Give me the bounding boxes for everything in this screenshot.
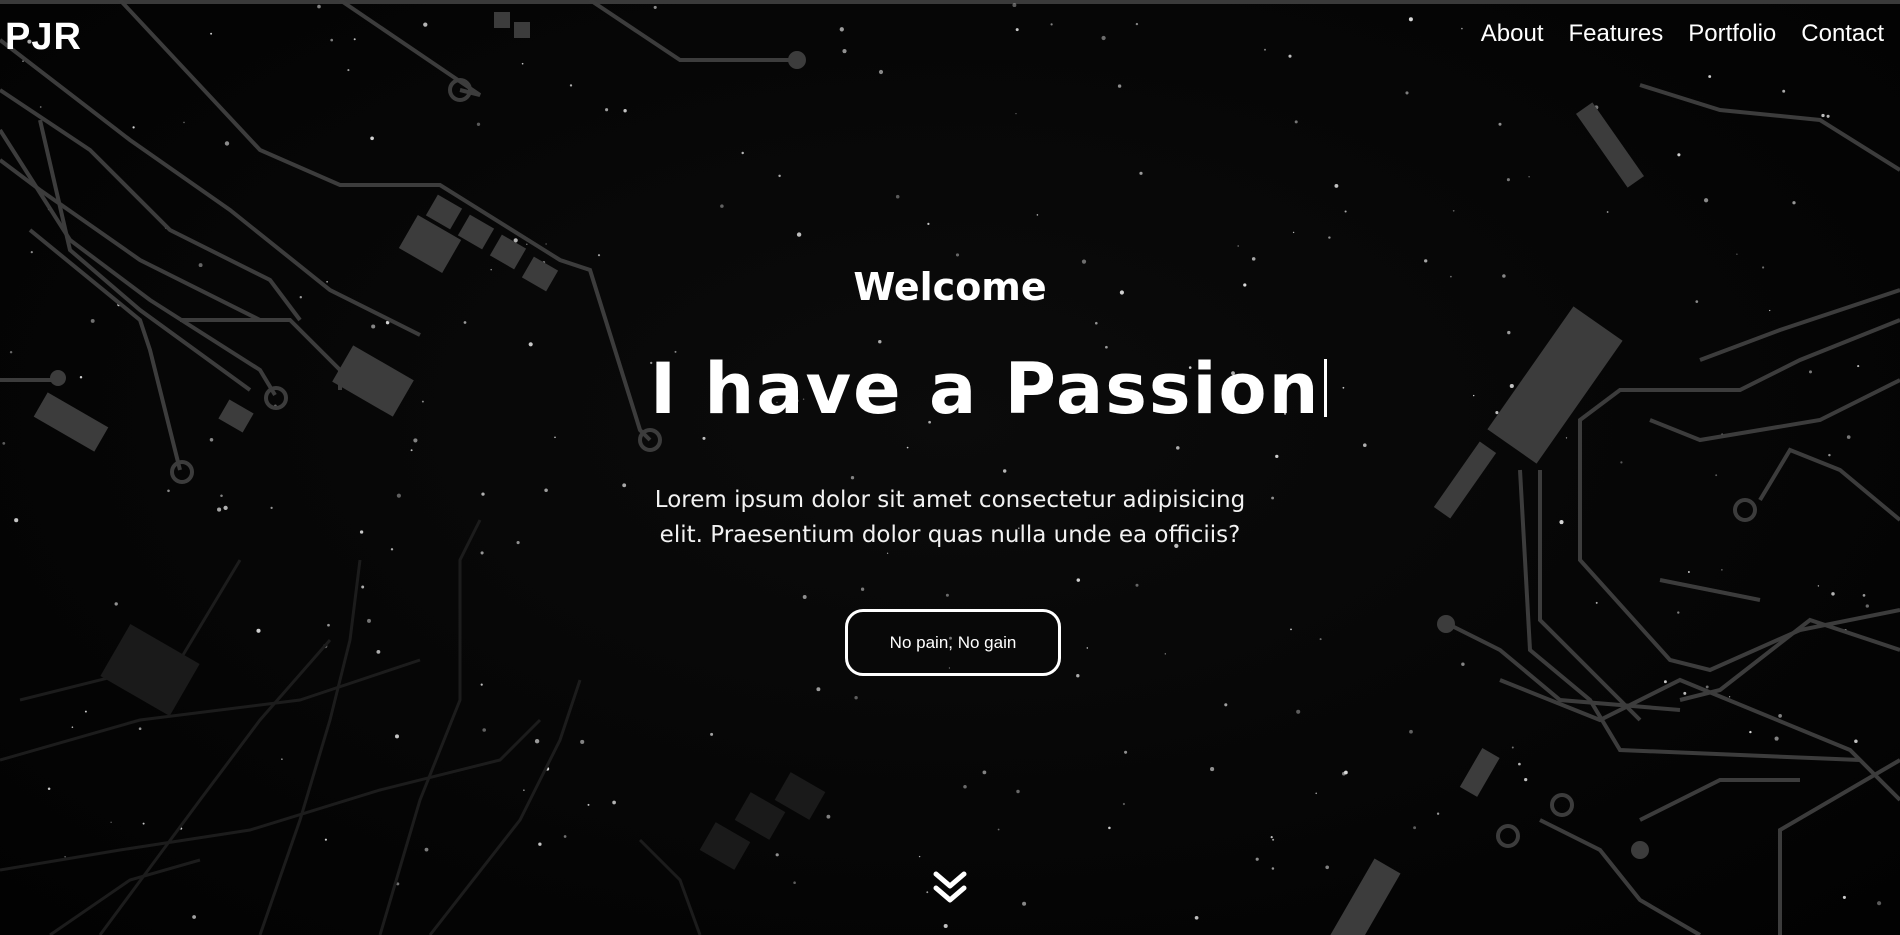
typed-headline: I have a Passion <box>650 348 1328 430</box>
hero-description: Lorem ipsum dolor sit amet consectetur a… <box>654 487 1246 548</box>
typing-cursor <box>1324 359 1328 417</box>
welcome-heading: Welcome <box>853 265 1047 309</box>
hero-section: Welcome I have a Passion Lorem ipsum dol… <box>0 0 1900 935</box>
double-chevron-down-icon[interactable] <box>930 868 970 908</box>
headline-text: I have a Passion <box>650 348 1321 430</box>
cta-button[interactable]: No pain, No gain <box>845 609 1061 676</box>
page: PJR About Features Portfolio Contact Wel… <box>0 0 1900 935</box>
